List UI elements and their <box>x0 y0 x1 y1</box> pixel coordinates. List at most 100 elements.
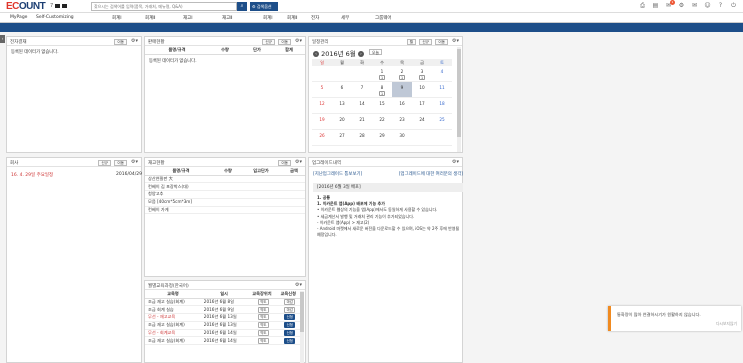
prev-month-icon[interactable]: ‹ <box>313 51 319 57</box>
map-button[interactable]: 약도 <box>257 330 269 337</box>
table-row[interactable]: 모음 [40cm*5cm*3m] <box>145 198 305 207</box>
map-button[interactable]: 약도 <box>257 298 269 305</box>
calendar-day[interactable]: 9 <box>392 82 412 97</box>
gear-icon[interactable]: ⚙▾ <box>131 38 138 44</box>
calendar-day[interactable]: 11 <box>372 66 392 81</box>
menu-groupware[interactable]: 그룹웨어 <box>375 15 392 21</box>
print-icon[interactable]: ⎙ <box>639 2 646 10</box>
course-name[interactable]: 무선 - 재고교육 <box>145 313 201 322</box>
calendar-day[interactable] <box>352 66 372 81</box>
map-button[interactable]: 약도 <box>257 337 269 344</box>
logout-icon[interactable]: ⏻ <box>730 2 737 10</box>
apply-button[interactable]: 신청 <box>284 314 296 321</box>
user-icon[interactable]: ☺ <box>704 2 711 10</box>
course-name[interactable]: 조금 회계 실습 <box>145 305 201 315</box>
dismiss-link[interactable]: 다시보지않기 <box>716 321 737 327</box>
map-button[interactable]: 약도 <box>257 306 269 313</box>
past-updates-link[interactable]: [지난업그레이드 통보보기] <box>313 171 362 177</box>
search-button[interactable]: ⌕ <box>237 2 247 11</box>
calendar-day[interactable]: 29 <box>372 130 392 145</box>
table-row[interactable]: 조금 재고 실습(회계) 2016년 6월 8일 약도 마감 <box>145 298 300 307</box>
table-row[interactable]: 컨베이 가게 <box>145 206 305 215</box>
calendar-day[interactable]: 10 <box>412 82 432 97</box>
search-option-button[interactable]: ⚙ 검색옵션 <box>250 2 278 11</box>
add-button[interactable]: 신규 <box>98 159 111 166</box>
menu-accounting-3[interactable]: 회계Ⅰ <box>263 15 273 21</box>
apply-button[interactable]: 신청 <box>284 337 296 344</box>
ecount-logo[interactable]: ECOUNT <box>6 1 46 12</box>
event-count-badge[interactable]: 1 <box>379 91 385 96</box>
menu-accounting-4[interactable]: 회계Ⅱ <box>287 15 298 21</box>
help-icon[interactable]: ? <box>717 2 724 10</box>
course-name[interactable]: 조금 재고 실습(회계) <box>145 321 201 330</box>
move-button[interactable]: 이동 <box>114 159 127 166</box>
calendar-day[interactable]: 11 <box>432 82 452 97</box>
gear-icon[interactable]: ⚙▾ <box>452 159 459 165</box>
calendar-day[interactable] <box>432 130 452 145</box>
map-button[interactable]: 약도 <box>257 322 269 329</box>
menu-inventory-1[interactable]: 재고Ⅰ <box>183 15 193 21</box>
calendar-day[interactable]: 27 <box>332 130 352 145</box>
calendar-day[interactable]: 12 <box>312 98 332 113</box>
menu-mypage[interactable]: MyPage <box>10 15 27 20</box>
menu-tax[interactable]: 세무 <box>341 15 349 21</box>
course-name[interactable]: 무선 - 회계교육 <box>145 329 201 338</box>
calendar-day[interactable]: 21 <box>392 66 412 81</box>
calendar-day[interactable]: 25 <box>432 114 452 129</box>
menu-accounting-1[interactable]: 회계Ⅰ <box>112 15 122 21</box>
closed-button[interactable]: 마감 <box>284 298 296 305</box>
calendar-day[interactable]: 16 <box>392 98 412 113</box>
calendar-scrollbar[interactable] <box>457 47 461 152</box>
notice-title[interactable]: 16. 4. 29일 주요일정 <box>11 173 53 178</box>
calendar-day[interactable]: 81 <box>372 82 392 97</box>
add-button[interactable]: 신규 <box>419 38 432 45</box>
calendar-day[interactable]: 7 <box>352 82 372 97</box>
apply-button[interactable]: 신청 <box>284 330 296 337</box>
calendar-day[interactable]: 18 <box>432 98 452 113</box>
gear-icon[interactable]: ⚙▾ <box>295 38 302 44</box>
gear-icon[interactable]: ⚙▾ <box>295 159 302 165</box>
table-row[interactable]: 조금 회계 실습 2016년 6월 9일 약도 마감 <box>145 305 300 315</box>
menu-self-customizing[interactable]: Self-Customizing <box>36 15 74 20</box>
apply-button[interactable]: 신청 <box>284 322 296 329</box>
calendar-day[interactable]: 5 <box>312 82 332 97</box>
calendar-day[interactable]: 24 <box>412 114 432 129</box>
calendar-day[interactable]: 20 <box>332 114 352 129</box>
calendar-day[interactable]: 14 <box>352 98 372 113</box>
memo-icon[interactable]: ▤ <box>652 2 659 10</box>
closed-button[interactable]: 마감 <box>284 306 296 313</box>
settings-icon[interactable]: ⚙ <box>678 2 685 10</box>
gear-icon[interactable]: ⚙▾ <box>452 38 459 44</box>
calendar-day[interactable]: 26 <box>312 130 332 145</box>
next-month-icon[interactable]: › <box>357 51 364 57</box>
gear-icon[interactable]: ⚙▾ <box>295 282 302 288</box>
event-count-badge[interactable]: 1 <box>399 75 405 80</box>
table-row[interactable]: 무선 - 회계교육 2016년 6월 14일 약도 신청 <box>145 329 300 338</box>
calendar-day[interactable]: 23 <box>392 114 412 129</box>
table-row[interactable]: 컨베이 김 포장박스(대) <box>145 182 305 192</box>
add-button[interactable]: 신규 <box>262 38 275 45</box>
calendar-day[interactable] <box>312 66 332 81</box>
table-row[interactable]: 조금 재고 실습(회계) 2016년 6월 14일 약도 신청 <box>145 336 300 346</box>
course-name[interactable]: 조금 재고 실습(회계) <box>145 336 201 346</box>
view-button[interactable]: 월 <box>406 38 416 45</box>
calendar-day[interactable]: 13 <box>332 98 352 113</box>
calendar-day[interactable]: 22 <box>372 114 392 129</box>
gear-icon[interactable]: ⚙▾ <box>131 159 138 165</box>
notification-icon[interactable]: ✉ 1 <box>665 0 675 10</box>
table-row[interactable]: 무선 - 재고교육 2016년 6월 13일 약도 신청 <box>145 313 300 322</box>
move-button[interactable]: 이동 <box>278 38 291 45</box>
feedback-link[interactable]: [업그레이드에 대한 여러분의 생각] <box>399 171 463 177</box>
search-input[interactable] <box>91 2 237 11</box>
calendar-day[interactable]: 6 <box>332 82 352 97</box>
table-row[interactable]: 상산연필판 大 <box>145 175 305 184</box>
course-name[interactable]: 조금 재고 실습(회계) <box>145 298 201 307</box>
menu-electronic[interactable]: 전자 <box>311 15 319 21</box>
calendar-day[interactable]: 19 <box>312 114 332 129</box>
message-icon[interactable]: ✉ <box>691 2 698 10</box>
calendar-day[interactable] <box>412 130 432 145</box>
map-button[interactable]: 약도 <box>257 314 269 321</box>
table-row[interactable]: 조금 재고 실습(회계) 2016년 6월 13일 약도 신청 <box>145 321 300 330</box>
menu-accounting-2[interactable]: 회계Ⅱ <box>145 15 156 21</box>
calendar-day[interactable]: 17 <box>412 98 432 113</box>
